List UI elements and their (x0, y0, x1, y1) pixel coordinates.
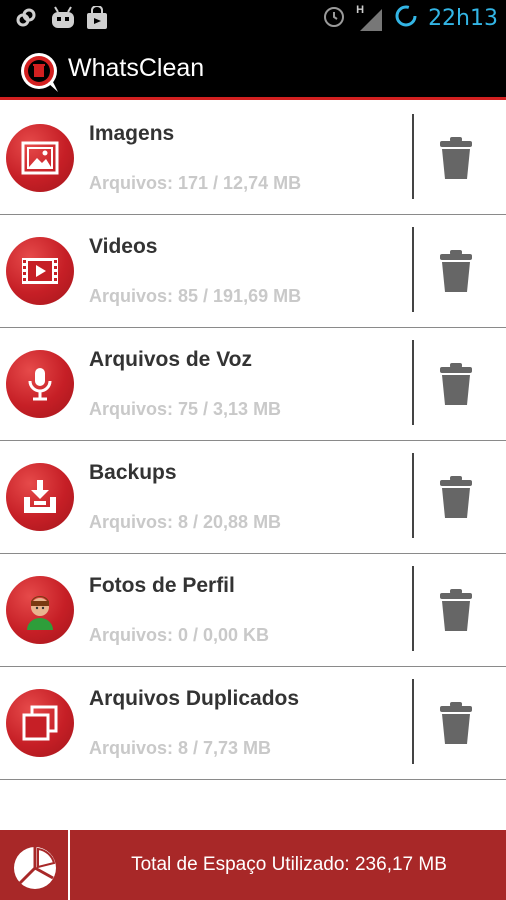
signal-icon: H (356, 3, 384, 32)
microphone-icon (6, 350, 74, 418)
item-title: Arquivos Duplicados (89, 687, 300, 710)
shopping-bag-icon (86, 5, 110, 30)
total-space-label: Total de Espaço Utilizado: 236,17 MB (131, 854, 447, 875)
divider (412, 340, 414, 425)
link-icon (14, 6, 38, 30)
list-item-backups[interactable]: Backups Arquivos: 8 / 20,88 MB (0, 441, 506, 554)
item-title: Videos (89, 235, 158, 258)
divider (412, 679, 414, 764)
status-bar: H 22h13 (0, 0, 506, 36)
item-subtitle: Arquivos: 8 / 7,73 MB (89, 738, 272, 758)
trash-icon[interactable] (438, 476, 474, 518)
sync-icon (394, 4, 418, 33)
item-title: Arquivos de Voz (89, 348, 252, 371)
divider (412, 453, 414, 538)
backup-icon (6, 463, 74, 531)
action-bar: WhatsClean (0, 36, 506, 100)
system-icons: H 22h13 (322, 4, 498, 33)
item-title: Imagens (89, 122, 175, 145)
network-type: H (356, 3, 365, 16)
clock: 22h13 (428, 6, 498, 31)
video-icon (6, 237, 74, 305)
app-title: WhatsClean (68, 54, 205, 82)
image-icon (6, 124, 74, 192)
item-subtitle: Arquivos: 75 / 3,13 MB (89, 399, 282, 419)
divider (412, 227, 414, 312)
bottom-bar: Total de Espaço Utilizado: 236,17 MB (0, 830, 506, 900)
category-list: Imagens Arquivos: 171 / 12,74 MB Videos … (0, 102, 506, 780)
trash-icon[interactable] (438, 589, 474, 631)
item-subtitle: Arquivos: 8 / 20,88 MB (89, 512, 282, 532)
profile-icon (6, 576, 74, 644)
android-icon (50, 6, 74, 30)
list-item-arquivos-duplicados[interactable]: Arquivos Duplicados Arquivos: 8 / 7,73 M… (0, 667, 506, 780)
item-subtitle: Arquivos: 171 / 12,74 MB (89, 173, 302, 193)
trash-icon[interactable] (438, 137, 474, 179)
alarm-icon (322, 4, 346, 33)
pie-chart-icon (14, 847, 56, 889)
item-title: Backups (89, 461, 177, 484)
trash-icon[interactable] (438, 250, 474, 292)
list-item-videos[interactable]: Videos Arquivos: 85 / 191,69 MB (0, 215, 506, 328)
list-item-imagens[interactable]: Imagens Arquivos: 171 / 12,74 MB (0, 102, 506, 215)
divider (412, 114, 414, 199)
app-logo-icon (18, 50, 62, 94)
trash-icon[interactable] (438, 702, 474, 744)
notification-icons (14, 5, 110, 30)
item-subtitle: Arquivos: 85 / 191,69 MB (89, 286, 302, 306)
pie-chart-button[interactable] (0, 830, 70, 900)
list-item-arquivos-de-voz[interactable]: Arquivos de Voz Arquivos: 75 / 3,13 MB (0, 328, 506, 441)
divider (412, 566, 414, 651)
item-subtitle: Arquivos: 0 / 0,00 KB (89, 625, 270, 645)
duplicate-icon (6, 689, 74, 757)
list-item-fotos-de-perfil[interactable]: Fotos de Perfil Arquivos: 0 / 0,00 KB (0, 554, 506, 667)
trash-icon[interactable] (438, 363, 474, 405)
item-title: Fotos de Perfil (89, 574, 235, 597)
